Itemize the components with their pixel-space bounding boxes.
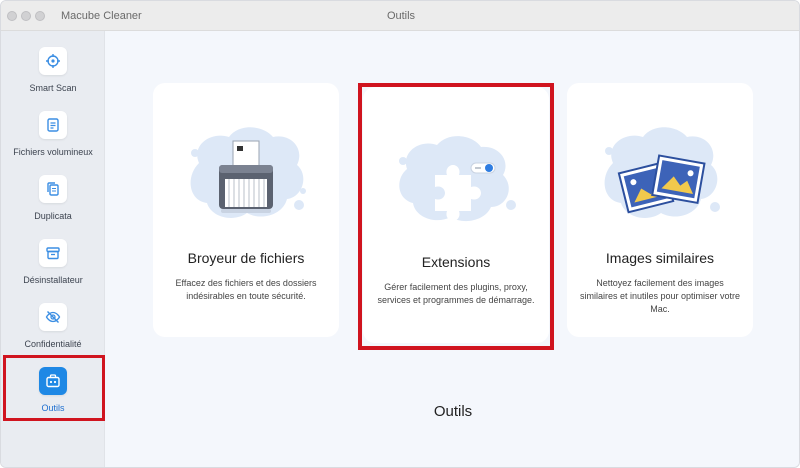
tool-card-extensions[interactable]: Extensions Gérer facilement des plugins,… [363, 87, 549, 343]
tool-description: Effacez des fichiers et des dossiers ind… [175, 278, 317, 301]
app-window: Macube Cleaner Outils Smart Scan Fichier… [0, 0, 800, 468]
tool-description: Gérer facilement des plugins, proxy, ser… [377, 282, 535, 305]
sidebar-item-large-files[interactable]: Fichiers volumineux [1, 103, 105, 167]
sidebar-item-smart-scan[interactable]: Smart Scan [1, 39, 105, 103]
photos-icon [604, 127, 720, 218]
sidebar-item-label: Duplicata [34, 211, 72, 221]
page-title: Outils [433, 403, 473, 420]
tool-card-file-shredder[interactable]: Broyeur de fichiers Effacez des fichiers… [153, 83, 339, 337]
eye-slash-icon [39, 303, 67, 331]
shredder-icon [190, 127, 306, 218]
document-icon [39, 111, 67, 139]
tool-title: Images similaires [605, 250, 715, 266]
sidebar-item-label: Fichiers volumineux [13, 147, 93, 157]
copy-icon [39, 175, 67, 203]
tool-card-similar-images[interactable]: Images similaires Nettoyez facilement de… [567, 83, 753, 337]
sidebar-item-label: Smart Scan [29, 83, 77, 93]
tool-description: Nettoyez facilement des images similaire… [579, 278, 741, 314]
window-title: Outils [386, 10, 416, 22]
sidebar-item-label: Désinstallateur [23, 275, 83, 285]
sidebar-item-duplicates[interactable]: Duplicata [1, 167, 105, 231]
selection-highlight [3, 355, 105, 421]
puzzle-icon [399, 136, 516, 222]
target-icon [39, 47, 67, 75]
sidebar-item-privacy[interactable]: Confidentialité [1, 295, 105, 359]
sidebar: Smart Scan Fichiers volumineux Duplicata… [1, 31, 105, 467]
sidebar-item-label: Confidentialité [24, 339, 82, 349]
main-content: Broyeur de fichiers Effacez des fichiers… [105, 31, 799, 467]
sidebar-item-uninstaller[interactable]: Désinstallateur [1, 231, 105, 295]
tool-title: Broyeur de fichiers [187, 250, 305, 266]
title-bar: Macube Cleaner Outils [1, 1, 799, 31]
tool-title: Extensions [421, 254, 491, 270]
box-icon [39, 239, 67, 267]
